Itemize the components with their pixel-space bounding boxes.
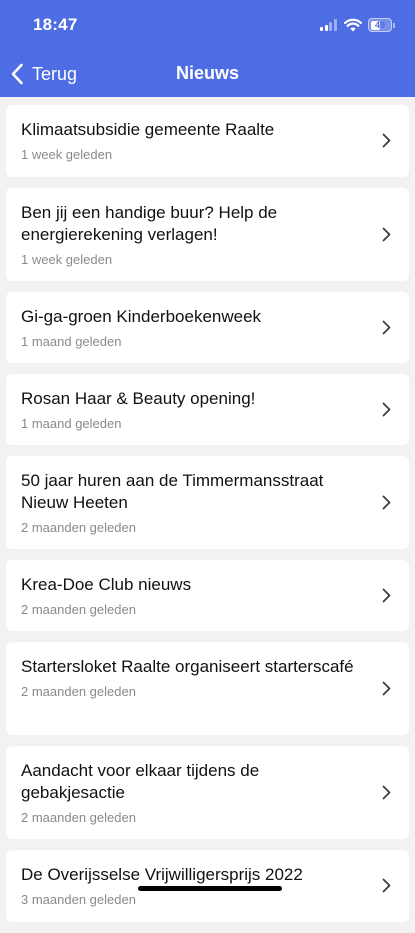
news-item[interactable]: Krea-Doe Club nieuws 2 maanden geleden xyxy=(6,560,409,631)
battery-icon: 49 xyxy=(368,18,392,32)
news-item-title: Rosan Haar & Beauty opening! xyxy=(21,389,256,408)
chevron-right-icon xyxy=(382,878,391,893)
news-item-date: 2 maanden geleden xyxy=(21,810,136,825)
chevron-right-icon xyxy=(382,588,391,602)
news-item-date: 1 maand geleden xyxy=(21,334,122,349)
news-item-title: Krea-Doe Club nieuws xyxy=(21,575,192,594)
news-item-date: 1 maand geleden xyxy=(21,416,122,431)
news-item-date: 3 maanden geleden xyxy=(21,892,136,907)
news-item[interactable]: Gi-ga-groen Kinderboekenweek 1 maand gel… xyxy=(6,292,409,363)
news-item-date: 2 maanden geleden xyxy=(21,602,136,617)
chevron-left-icon xyxy=(11,63,23,85)
news-item-title: Aandacht voor elkaar tijdens de gebakjes… xyxy=(21,761,260,802)
news-item-title: Klimaatsubsidie gemeente Raalte xyxy=(21,120,275,139)
news-item-date: 2 maanden geleden xyxy=(21,684,136,699)
news-item[interactable]: 50 jaar huren aan de Timmermansstraat Ni… xyxy=(6,456,409,549)
chevron-right-icon xyxy=(382,681,391,695)
news-item[interactable]: Ben jij een handige buur? Help de energi… xyxy=(6,188,409,281)
cellular-signal-icon xyxy=(320,19,338,31)
news-item[interactable]: Rosan Haar & Beauty opening! 1 maand gel… xyxy=(6,374,409,445)
news-item-title: Gi-ga-groen Kinderboekenweek xyxy=(21,307,262,326)
header: 18:47 49 Terug Nieuws xyxy=(0,0,415,97)
news-item-title: Startersloket Raalte organiseert starter… xyxy=(21,657,354,676)
home-indicator[interactable] xyxy=(138,886,282,891)
news-item[interactable]: Klimaatsubsidie gemeente Raalte 1 week g… xyxy=(6,105,409,177)
status-time: 18:47 xyxy=(33,15,78,34)
news-item-date: 2 maanden geleden xyxy=(21,520,136,535)
news-item-title: Ben jij een handige buur? Help de energi… xyxy=(21,203,278,244)
status-icons: 49 xyxy=(320,17,395,33)
chevron-right-icon xyxy=(382,320,391,334)
news-item-date: 1 week geleden xyxy=(21,147,113,162)
battery-level: 49 xyxy=(374,20,385,30)
back-label: Terug xyxy=(32,63,78,84)
chevron-right-icon xyxy=(382,133,391,148)
news-item-title: 50 jaar huren aan de Timmermansstraat Ni… xyxy=(21,471,324,512)
news-item-date: 1 week geleden xyxy=(21,252,113,267)
wifi-icon xyxy=(344,18,362,32)
news-item[interactable]: Aandacht voor elkaar tijdens de gebakjes… xyxy=(6,746,409,839)
battery-tip xyxy=(393,22,395,28)
chevron-right-icon xyxy=(382,402,391,416)
news-list: Klimaatsubsidie gemeente Raalte 1 week g… xyxy=(6,105,409,933)
news-item[interactable]: Startersloket Raalte organiseert starter… xyxy=(6,642,409,735)
news-item-title: De Overijsselse Vrijwilligersprijs 2022 xyxy=(21,865,303,884)
chevron-right-icon xyxy=(382,785,391,799)
chevron-right-icon xyxy=(382,227,391,241)
back-button[interactable]: Terug xyxy=(10,60,77,88)
chevron-right-icon xyxy=(382,495,391,509)
